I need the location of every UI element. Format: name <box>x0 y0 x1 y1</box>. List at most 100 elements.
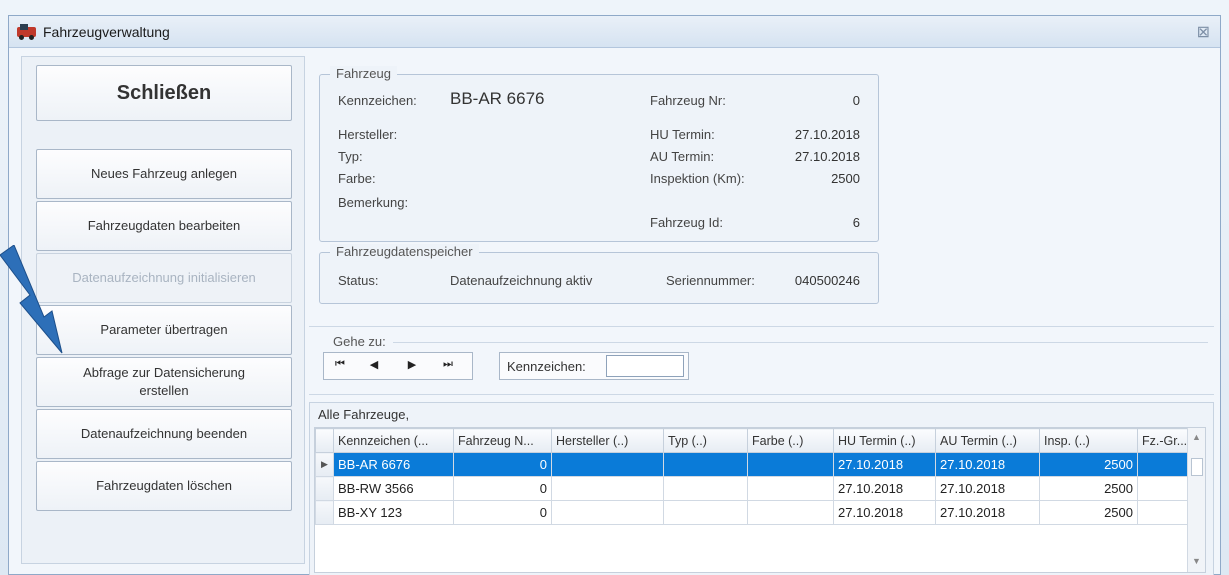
backup-query-button[interactable]: Abfrage zur Datensicherung erstellen <box>36 357 292 407</box>
record-navigator: ⏮ ◀ ▶ ⏭ <box>323 352 473 380</box>
backup-query-label-line1: Abfrage zur Datensicherung <box>83 365 245 380</box>
goto-plate-label: Kennzeichen: <box>507 359 586 374</box>
cell-manufacturer[interactable] <box>551 500 664 525</box>
cell-color[interactable] <box>747 476 834 501</box>
row-indicator-header <box>315 428 334 453</box>
storage-group: Fahrzeugdatenspeicher Status: Datenaufze… <box>319 244 879 304</box>
goto-group-title: Gehe zu: <box>333 334 386 349</box>
vertical-scroll-thumb[interactable] <box>1191 458 1203 476</box>
row-selector[interactable] <box>315 500 334 525</box>
vehicle-number-label: Fahrzeug Nr: <box>650 93 726 108</box>
hu-value: 27.10.2018 <box>794 127 860 142</box>
table-row[interactable]: BB-RW 3566 0 27.10.2018 27.10.2018 2500 <box>315 476 1205 501</box>
cell-type[interactable] <box>663 476 748 501</box>
vehicle-number-value: 0 <box>852 93 860 108</box>
pointer-arrow-icon <box>0 245 63 354</box>
manufacturer-label: Hersteller: <box>338 127 398 142</box>
new-vehicle-button[interactable]: Neues Fahrzeug anlegen <box>36 149 292 199</box>
cell-hu[interactable]: 27.10.2018 <box>833 452 936 477</box>
hu-label: HU Termin: <box>650 127 715 142</box>
init-recording-button[interactable]: Datenaufzeichnung initialisieren <box>36 253 292 303</box>
cell-insp[interactable]: 2500 <box>1039 476 1138 501</box>
new-vehicle-label: Neues Fahrzeug anlegen <box>91 166 237 181</box>
vehicle-grid: Kennzeichen (... Fahrzeug N... Hersteller … <box>314 427 1206 573</box>
vehicle-group: Fahrzeug Kennzeichen: BB-AR 6676 Herstel… <box>319 66 879 242</box>
vehicle-id-value: 6 <box>852 215 860 230</box>
scroll-down-icon[interactable]: ▼ <box>1192 556 1201 566</box>
table-caption: Alle Fahrzeuge, <box>318 407 410 422</box>
cell-au[interactable]: 27.10.2018 <box>935 452 1040 477</box>
table-row[interactable]: BB-XY 123 0 27.10.2018 27.10.2018 2500 <box>315 500 1205 525</box>
cell-au[interactable]: 27.10.2018 <box>935 500 1040 525</box>
color-label: Farbe: <box>338 171 376 186</box>
table-header-row: Kennzeichen (... Fahrzeug N... Hersteller … <box>315 428 1205 453</box>
row-selector[interactable] <box>315 476 334 501</box>
cell-plate[interactable]: BB-RW 3566 <box>333 476 454 501</box>
current-row-indicator-icon[interactable]: ▶ <box>315 452 334 477</box>
title-bar: Fahrzeugverwaltung ⊠ <box>9 16 1220 48</box>
serial-value: 040500246 <box>794 273 860 288</box>
cell-number[interactable]: 0 <box>453 452 552 477</box>
column-header[interactable]: Insp. (..) <box>1039 428 1138 453</box>
goto-title-rule <box>393 342 1208 343</box>
init-recording-label: Datenaufzeichnung initialisieren <box>72 270 256 285</box>
vehicle-group-title: Fahrzeug <box>330 66 397 81</box>
cell-insp[interactable]: 2500 <box>1039 452 1138 477</box>
cell-manufacturer[interactable] <box>551 476 664 501</box>
column-header[interactable]: Typ (..) <box>663 428 748 453</box>
plate-value: BB-AR 6676 <box>450 89 545 108</box>
delete-vehicle-button[interactable]: Fahrzeugdaten löschen <box>36 461 292 511</box>
column-header[interactable]: Farbe (..) <box>747 428 834 453</box>
remark-label: Bemerkung: <box>338 195 409 210</box>
end-recording-button[interactable]: Datenaufzeichnung beenden <box>36 409 292 459</box>
backup-query-label-line2: erstellen <box>139 383 189 398</box>
cell-plate[interactable]: BB-XY 123 <box>333 500 454 525</box>
cell-hu[interactable]: 27.10.2018 <box>833 500 936 525</box>
cell-au[interactable]: 27.10.2018 <box>935 476 1040 501</box>
cell-type[interactable] <box>663 452 748 477</box>
goto-plate-box: Kennzeichen: <box>499 352 689 380</box>
inspection-label: Inspektion (Km): <box>650 171 745 186</box>
close-window-icon[interactable]: ⊠ <box>1197 22 1210 42</box>
vertical-scrollbar[interactable]: ▲ ▼ <box>1187 428 1205 572</box>
inspection-value: 2500 <box>831 171 860 186</box>
truck-icon <box>17 23 37 40</box>
close-button-label: Schließen <box>116 82 212 104</box>
next-record-icon[interactable]: ▶ <box>402 358 422 374</box>
previous-record-icon[interactable]: ◀ <box>364 358 384 374</box>
close-button[interactable]: Schließen <box>36 65 292 121</box>
scroll-up-icon[interactable]: ▲ <box>1192 432 1201 442</box>
cell-color[interactable] <box>747 500 834 525</box>
cell-hu[interactable]: 27.10.2018 <box>833 476 936 501</box>
cell-number[interactable]: 0 <box>453 500 552 525</box>
au-label: AU Termin: <box>650 149 715 164</box>
cell-manufacturer[interactable] <box>551 452 664 477</box>
window-title: Fahrzeugverwaltung <box>43 23 170 40</box>
table-row[interactable]: ▶ BB-AR 6676 0 27.10.2018 27.10.2018 2500 <box>315 452 1205 477</box>
last-record-icon[interactable]: ⏭ <box>438 358 458 374</box>
serial-label: Seriennummer: <box>666 273 755 288</box>
vehicle-id-label: Fahrzeug Id: <box>650 215 723 230</box>
divider-2 <box>309 394 1214 395</box>
cell-plate[interactable]: BB-AR 6676 <box>333 452 454 477</box>
status-value: Datenaufzeichnung aktiv <box>450 273 593 288</box>
cell-number[interactable]: 0 <box>453 476 552 501</box>
plate-label: Kennzeichen: <box>338 93 417 108</box>
storage-group-title: Fahrzeugdatenspeicher <box>330 244 479 259</box>
first-record-icon[interactable]: ⏮ <box>330 358 350 374</box>
cell-type[interactable] <box>663 500 748 525</box>
cell-color[interactable] <box>747 452 834 477</box>
column-header[interactable]: Hersteller (..) <box>551 428 664 453</box>
end-recording-label: Datenaufzeichnung beenden <box>80 426 248 441</box>
column-header[interactable]: HU Termin (..) <box>833 428 936 453</box>
transfer-params-button[interactable]: Parameter übertragen <box>36 305 292 355</box>
delete-vehicle-label: Fahrzeugdaten löschen <box>96 478 232 493</box>
edit-vehicle-button[interactable]: Fahrzeugdaten bearbeiten <box>36 201 292 251</box>
goto-plate-input[interactable] <box>606 355 684 377</box>
vehicle-table-panel: Alle Fahrzeuge, Kennzeichen (... Fahrzeug… <box>309 402 1214 575</box>
column-header[interactable]: Fahrzeug N... <box>453 428 552 453</box>
column-header[interactable]: AU Termin (..) <box>935 428 1040 453</box>
au-value: 27.10.2018 <box>794 149 860 164</box>
cell-insp[interactable]: 2500 <box>1039 500 1138 525</box>
column-header[interactable]: Kennzeichen (... <box>333 428 454 453</box>
